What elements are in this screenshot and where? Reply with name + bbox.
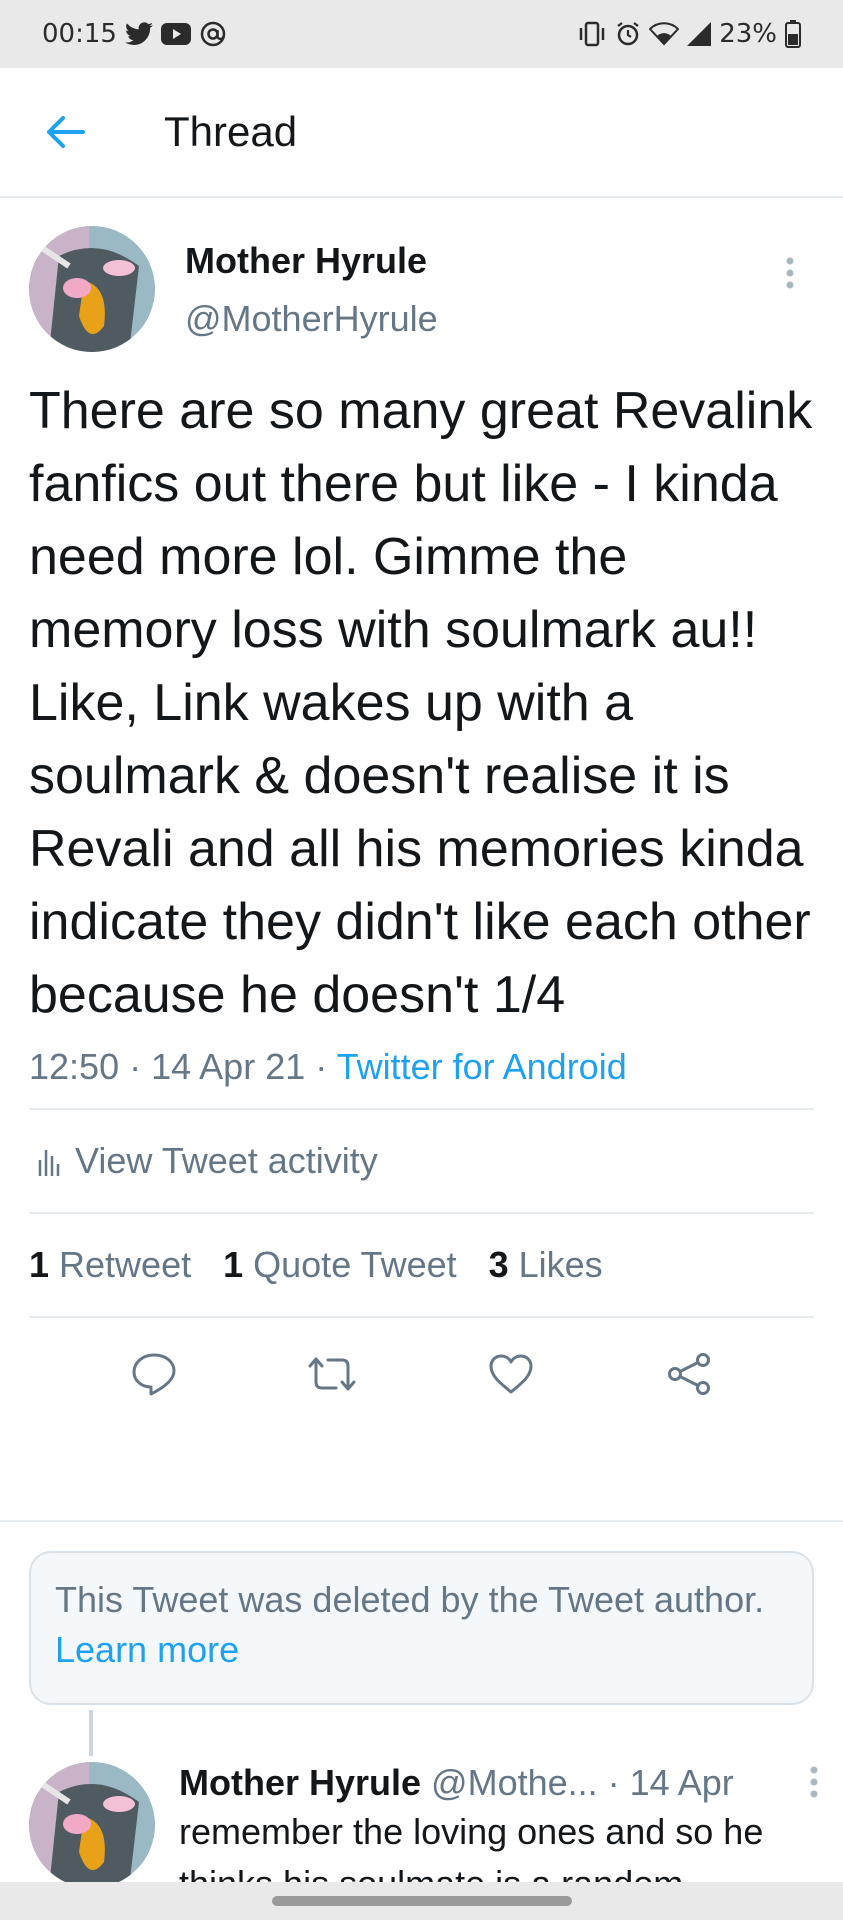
- engagement-counts: 1 Retweet 1 Quote Tweet 3 Likes: [29, 1214, 814, 1316]
- system-nav-bar: [0, 1882, 843, 1920]
- youtube-icon: [160, 23, 191, 45]
- author-handle[interactable]: @MotherHyrule: [185, 298, 438, 340]
- share-button[interactable]: [659, 1344, 719, 1404]
- view-activity-button[interactable]: View Tweet activity: [29, 1110, 814, 1212]
- more-vertical-icon: [786, 257, 794, 289]
- deleted-tweet-notice: This Tweet was deleted by the Tweet auth…: [29, 1551, 814, 1705]
- status-time: 00:15: [42, 19, 117, 49]
- retweets-label: Retweet: [59, 1244, 192, 1285]
- reply-author-handle[interactable]: @Mothe...: [431, 1762, 598, 1804]
- reply-header: Mother Hyrule @Mothe... · 14 Apr: [179, 1762, 819, 1804]
- more-vertical-icon: [810, 1766, 818, 1798]
- likes-count-link[interactable]: 3 Likes: [489, 1244, 603, 1286]
- quote-count: 1: [223, 1244, 244, 1285]
- avatar[interactable]: [29, 1762, 155, 1882]
- learn-more-link[interactable]: Learn more: [55, 1629, 239, 1670]
- reply-more-options-button[interactable]: [799, 1762, 829, 1802]
- tweet-source-link[interactable]: Twitter for Android: [337, 1046, 627, 1087]
- home-gesture-handle[interactable]: [271, 1896, 572, 1906]
- reply-text: remember the loving ones and so he think…: [179, 1811, 764, 1882]
- tweet-date: 14 Apr 21: [151, 1046, 306, 1087]
- more-options-button[interactable]: [770, 248, 810, 298]
- battery-icon: [785, 20, 801, 48]
- share-icon: [667, 1353, 710, 1395]
- tweet-header: Mother Hyrule @MotherHyrule: [29, 198, 814, 363]
- deleted-notice-text: This Tweet was deleted by the Tweet auth…: [55, 1579, 765, 1620]
- vibrate-icon: [577, 21, 607, 47]
- quote-label: Quote Tweet: [253, 1244, 457, 1285]
- view-activity-label: View Tweet activity: [75, 1140, 378, 1181]
- meta-separator: ·: [315, 1046, 337, 1087]
- status-right: 23%: [577, 19, 801, 49]
- avatar[interactable]: [29, 226, 155, 352]
- main-tweet: Mother Hyrule @MotherHyrule There are so…: [0, 198, 843, 1430]
- likes-count: 3: [488, 1244, 509, 1285]
- reply-author-name[interactable]: Mother Hyrule: [179, 1762, 421, 1804]
- author-info: Mother Hyrule @MotherHyrule: [185, 226, 438, 363]
- meta-separator: ·: [129, 1046, 152, 1087]
- signal-icon: [687, 22, 712, 46]
- likes-label: Likes: [518, 1244, 603, 1285]
- battery-percent: 23%: [719, 19, 777, 49]
- tweet-time: 12:50: [29, 1046, 120, 1087]
- author-name[interactable]: Mother Hyrule: [185, 240, 438, 282]
- at-sign-icon: [199, 20, 227, 48]
- wifi-icon: [649, 22, 680, 46]
- thread-header: Thread: [0, 68, 843, 198]
- reply-date: · 14 Apr: [607, 1762, 734, 1803]
- like-button[interactable]: [481, 1344, 541, 1404]
- section-divider: [0, 1520, 843, 1522]
- retweets-count: 1: [29, 1244, 50, 1285]
- retweet-icon: [308, 1357, 356, 1391]
- page-title: Thread: [164, 108, 298, 155]
- status-bar: 00:15 23%: [0, 0, 843, 68]
- tweet-actions: [29, 1318, 814, 1430]
- retweet-button[interactable]: [302, 1344, 362, 1404]
- heart-icon: [489, 1354, 533, 1394]
- tweet-meta: 12:50 · 14 Apr 21 · Twitter for Android: [29, 1046, 814, 1108]
- bar-chart-icon: [38, 1150, 60, 1176]
- reply-tweet[interactable]: Mother Hyrule @Mothe... · 14 Apr remembe…: [29, 1762, 829, 1882]
- reply-icon: [132, 1353, 176, 1396]
- arrow-left-icon: [47, 116, 85, 148]
- quote-count-link[interactable]: 1 Quote Tweet: [223, 1244, 457, 1286]
- alarm-icon: [615, 21, 641, 47]
- status-left: 00:15: [42, 19, 227, 49]
- thread-connector-line: [89, 1710, 93, 1756]
- reply-body: Mother Hyrule @Mothe... · 14 Apr remembe…: [179, 1762, 819, 1882]
- retweets-count-link[interactable]: 1 Retweet: [29, 1244, 191, 1286]
- tweet-text: There are so many great Revalink fanfics…: [29, 382, 813, 1024]
- twitter-bird-icon: [124, 22, 153, 46]
- reply-button[interactable]: [124, 1344, 184, 1404]
- back-button[interactable]: [30, 97, 100, 167]
